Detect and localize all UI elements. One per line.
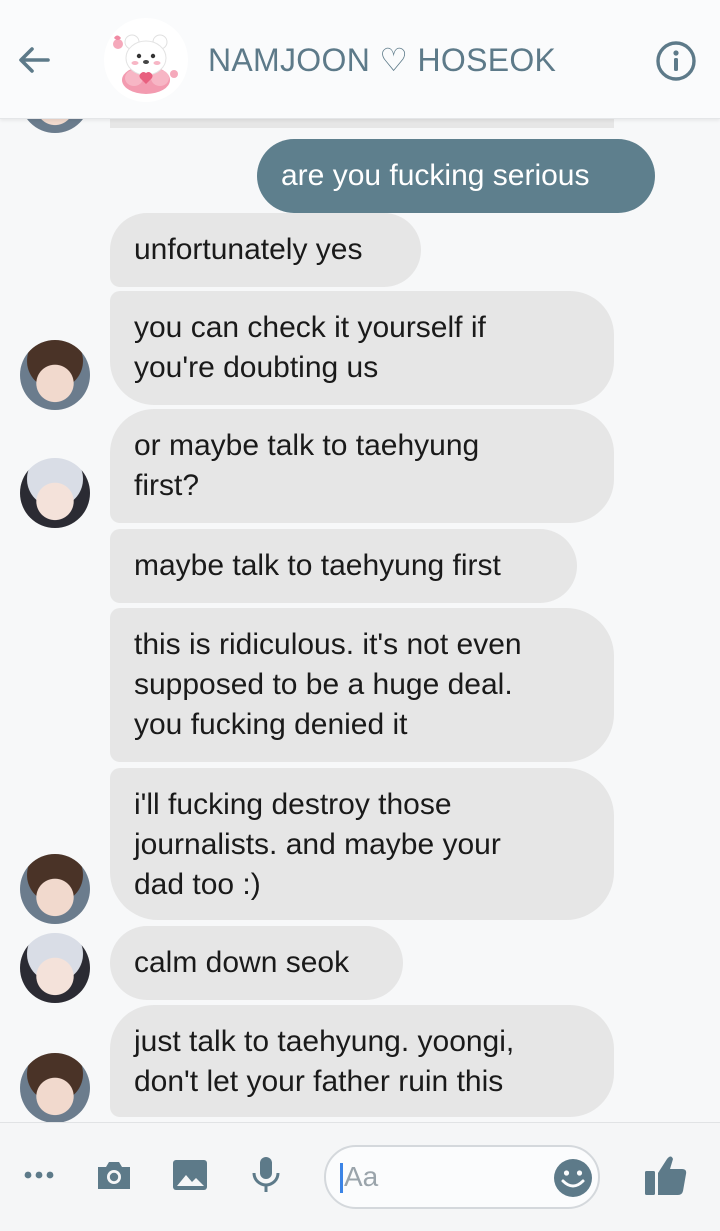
image-icon[interactable] bbox=[170, 1155, 210, 1195]
message-bubble[interactable]: this is ridiculous. it's not even suppos… bbox=[110, 608, 614, 762]
partial-avatar bbox=[20, 118, 90, 133]
message-composer: Aa bbox=[0, 1122, 720, 1231]
conversation-title[interactable]: NAMJOON ♡ HOSEOK bbox=[208, 40, 556, 80]
sender-avatar[interactable] bbox=[20, 854, 90, 924]
sender-avatar[interactable] bbox=[20, 340, 90, 410]
sender-avatar[interactable] bbox=[20, 933, 90, 1003]
emoji-icon[interactable] bbox=[552, 1157, 594, 1199]
camera-icon[interactable] bbox=[94, 1155, 134, 1195]
back-arrow-icon[interactable] bbox=[14, 40, 54, 80]
message-input-placeholder: Aa bbox=[344, 1161, 379, 1192]
group-avatar[interactable] bbox=[104, 18, 188, 102]
message-thread[interactable]: are you fucking serious unfortunately ye… bbox=[0, 118, 720, 1122]
sender-avatar[interactable] bbox=[20, 1053, 90, 1122]
microphone-icon[interactable] bbox=[246, 1155, 286, 1195]
message-bubble[interactable]: you can check it yourself if you're doub… bbox=[110, 291, 614, 405]
conversation-header: NAMJOON ♡ HOSEOK bbox=[0, 0, 720, 119]
bear-sticker-icon bbox=[113, 34, 178, 94]
text-cursor bbox=[340, 1163, 343, 1193]
partial-message-bubble[interactable] bbox=[110, 118, 614, 128]
message-bubble-outgoing[interactable]: are you fucking serious bbox=[257, 139, 655, 213]
thumbs-up-icon[interactable] bbox=[642, 1151, 690, 1199]
message-bubble[interactable]: unfortunately yes bbox=[110, 213, 421, 287]
message-bubble[interactable]: or maybe talk to taehyung first? bbox=[110, 409, 614, 523]
message-bubble[interactable]: calm down seok bbox=[110, 926, 403, 1000]
info-icon[interactable] bbox=[655, 40, 697, 82]
message-bubble[interactable]: just talk to taehyung. yoongi, don't let… bbox=[110, 1005, 614, 1117]
message-bubble[interactable]: i'll fucking destroy those journalists. … bbox=[110, 768, 614, 920]
message-bubble[interactable]: maybe talk to taehyung first bbox=[110, 529, 577, 603]
sender-avatar[interactable] bbox=[20, 458, 90, 528]
message-input[interactable]: Aa bbox=[324, 1145, 600, 1209]
more-icon[interactable] bbox=[20, 1155, 60, 1195]
